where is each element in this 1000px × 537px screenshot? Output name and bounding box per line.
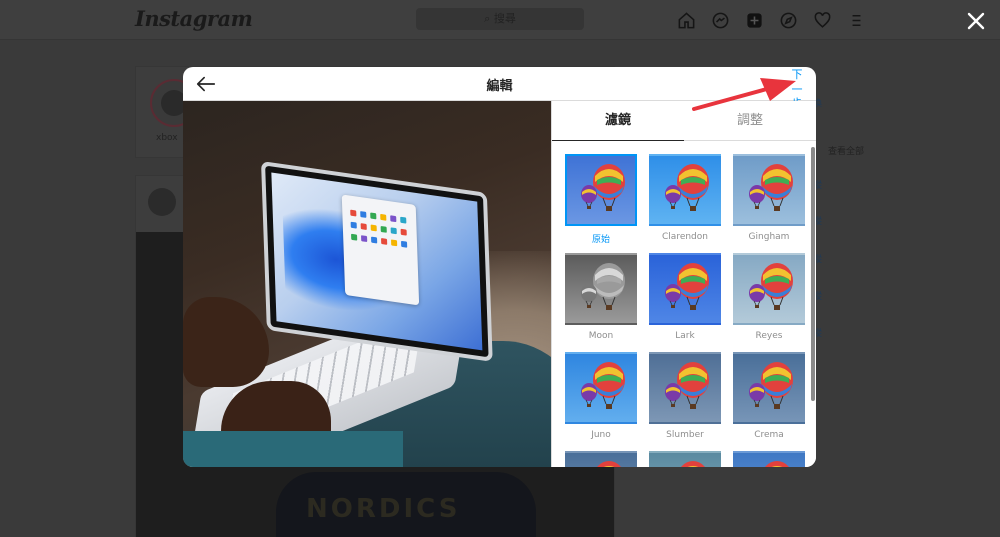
hot-air-balloon-icon	[597, 461, 621, 467]
hot-air-balloon-icon	[581, 263, 625, 310]
filter-option[interactable]: Juno	[565, 352, 637, 440]
hot-air-balloon-icon	[581, 362, 625, 409]
filter-option[interactable]: Clarendon	[649, 154, 721, 242]
post-avatar[interactable]	[148, 188, 176, 216]
filter-option[interactable]	[733, 451, 805, 467]
filter-thumbnail	[733, 352, 805, 424]
instagram-logo[interactable]: Instagram	[135, 6, 253, 31]
search-input[interactable]: ⌕ 搜尋	[416, 8, 584, 30]
filter-option[interactable]	[565, 451, 637, 467]
photo-preview	[183, 101, 551, 467]
filter-label: 原始	[591, 235, 610, 245]
close-icon[interactable]	[966, 11, 986, 31]
next-label-char: 一	[791, 82, 803, 96]
hot-air-balloon-icon	[749, 362, 793, 409]
filter-label: Lark	[675, 331, 695, 341]
profile-menu-icon[interactable]	[846, 10, 866, 30]
explore-icon[interactable]	[778, 10, 798, 30]
see-all-link[interactable]: 查看全部	[828, 144, 864, 157]
messenger-icon[interactable]	[710, 10, 730, 30]
filter-thumbnail	[649, 451, 721, 467]
filter-option[interactable]: 原始	[565, 154, 637, 245]
hot-air-balloon-icon	[749, 263, 793, 310]
home-icon[interactable]	[676, 10, 696, 30]
scrollbar[interactable]	[811, 147, 815, 401]
filter-label: Slumber	[666, 430, 704, 440]
filter-thumbnail	[565, 352, 637, 424]
filter-thumbnail	[733, 451, 805, 467]
filter-option[interactable]: Lark	[649, 253, 721, 341]
top-navigation-bar: Instagram ⌕ 搜尋	[0, 0, 1000, 40]
hot-air-balloon-icon	[665, 164, 709, 211]
filter-option[interactable]: Gingham	[733, 154, 805, 242]
modal-header: 編輯 下 一 步	[183, 67, 816, 110]
filter-option[interactable]: Crema	[733, 352, 805, 440]
edit-post-modal: 編輯 下 一 步 濾鏡 調整 原始 Clarendon Gingham Moon	[183, 67, 816, 467]
new-post-icon[interactable]	[744, 10, 764, 30]
filter-label: Moon	[588, 331, 614, 341]
filter-thumbnail	[733, 154, 805, 226]
filter-option[interactable]	[649, 451, 721, 467]
filter-label: Juno	[591, 430, 611, 440]
filter-thumbnail	[649, 253, 721, 325]
filter-thumbnail	[649, 154, 721, 226]
filter-thumbnail	[565, 154, 637, 226]
post-shirt-text: NORDICS	[306, 494, 461, 524]
edit-tabs: 濾鏡 調整	[552, 101, 816, 141]
filter-thumbnail	[649, 352, 721, 424]
modal-title: 編輯	[486, 79, 513, 94]
search-placeholder: 搜尋	[493, 12, 516, 25]
filter-label: Crema	[754, 430, 784, 440]
hot-air-balloon-icon	[665, 362, 709, 409]
next-label-char: 下	[791, 68, 803, 81]
hot-air-balloon-icon	[581, 164, 625, 211]
hot-air-balloon-icon	[749, 164, 793, 211]
story-username: xbox	[156, 133, 178, 143]
filter-thumbnail	[565, 451, 637, 467]
filter-option[interactable]: Slumber	[649, 352, 721, 440]
hot-air-balloon-icon	[665, 263, 709, 310]
tab-filters[interactable]: 濾鏡	[552, 101, 684, 141]
filter-option[interactable]: Reyes	[733, 253, 805, 341]
heart-icon[interactable]	[812, 10, 832, 30]
filter-thumbnail	[565, 253, 637, 325]
laptop-screen	[261, 161, 493, 362]
filter-thumbnail	[733, 253, 805, 325]
tab-adjustments[interactable]: 調整	[684, 101, 816, 141]
hot-air-balloon-icon	[681, 461, 705, 467]
hot-air-balloon-icon	[765, 461, 789, 467]
filter-label: Gingham	[748, 232, 790, 242]
filter-label: Reyes	[755, 331, 783, 341]
filter-label: Clarendon	[662, 232, 708, 242]
edit-side-panel: 濾鏡 調整 原始 Clarendon Gingham Moon Lark Reyes Jun…	[551, 101, 816, 467]
filter-option[interactable]: Moon	[565, 253, 637, 341]
